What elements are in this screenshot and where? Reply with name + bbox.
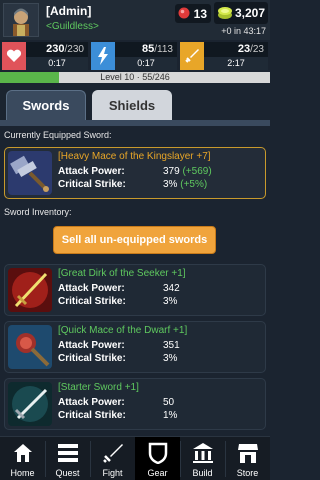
item-attack: 50 [163,397,175,408]
gem-icon [178,7,190,19]
nav-home[interactable]: Home [0,437,45,480]
nav-store[interactable]: Store [225,437,270,480]
list-item[interactable]: [Great Dirk of the Seeker +1] Attack Pow… [4,264,266,316]
tab-shields[interactable]: Shields [92,90,172,120]
nav-label: Store [236,468,259,478]
attack-label: Attack Power: [58,340,125,351]
nav-gear[interactable]: Gear [135,437,180,480]
stamina-value: 23/23 [237,43,264,55]
nav-label: Quest [55,468,80,478]
list-item[interactable]: [Starter Sword +1] Attack Power: Critica… [4,378,266,430]
crit-label: Critical Strike: [58,296,126,307]
energy-value: 85/113 [142,43,173,55]
crit-label: Critical Strike: [58,410,126,421]
menu-list-icon [45,441,90,465]
item-crit: 3% [163,353,178,364]
nav-label: Build [192,468,213,478]
home-icon [0,441,45,465]
tab-swords[interactable]: Swords [6,90,86,120]
sword-icon [8,382,52,426]
item-name: [Starter Sword +1] [58,382,139,393]
sword-icon [90,441,135,465]
guild-name: <Guildless> [46,21,99,32]
store-icon [225,441,270,465]
equipped-attack: 379 (+569) [163,166,212,177]
gold-count: 3,207 [234,6,265,20]
dirk-icon [8,268,52,312]
item-name: [Quick Mace of the Dwarf +1] [58,325,188,336]
equipped-crit: 3% (+5%) [163,179,208,190]
stamina-timer: 2:17 [227,58,245,68]
stamina-stat[interactable]: 23/23 2:17 [180,42,268,70]
stats-row: 230/230 0:17 85/113 0:17 23/23 2:17 [0,42,270,70]
nav-fight[interactable]: Fight [90,437,135,480]
crit-label: Critical Strike: [58,353,126,364]
xp-bar: Level 10 · 55/246 [0,72,270,83]
nav-build[interactable]: Build [180,437,225,480]
crit-label: Critical Strike: [58,179,126,190]
bottom-nav: Home Quest Fight Gear Build Store [0,436,270,480]
heart-icon [2,42,26,70]
item-name: [Great Dirk of the Seeker +1] [58,268,186,279]
xp-text: Level 10 · 55/246 [100,72,170,82]
gem-counter[interactable]: 13 [175,4,211,23]
gold-rate: +0 in 43:17 [221,26,266,36]
inventory-header: Sword Inventory: [0,205,270,219]
item-attack: 351 [163,340,180,351]
top-bar: [Admin] <Guildless> 13 3,207 +0 in 43:17 [0,0,270,40]
list-item[interactable]: [Quick Mace of the Dwarf +1] Attack Powe… [4,321,266,373]
lightning-icon [91,42,115,70]
building-icon [180,441,225,465]
gold-counter[interactable]: 3,207 [214,2,268,24]
item-crit: 1% [163,410,178,421]
nav-label: Fight [102,468,123,478]
gold-coins-icon [218,7,232,19]
tab-divider [0,120,270,126]
nav-quest[interactable]: Quest [45,437,90,480]
attack-label: Attack Power: [58,283,125,294]
item-attack: 342 [163,283,180,294]
mace-icon [8,325,52,369]
shield-icon [135,441,180,465]
nav-label: Gear [147,468,168,478]
health-stat[interactable]: 230/230 0:17 [2,42,88,70]
attack-label: Attack Power: [58,397,125,408]
health-value: 230/230 [46,43,84,55]
sword-icon [180,42,204,70]
health-timer: 0:17 [48,58,66,68]
nav-label: Home [10,468,35,478]
gem-count: 13 [193,7,207,21]
avatar[interactable] [3,3,39,37]
sell-all-button[interactable]: Sell all un-equipped swords [53,226,216,254]
mace-icon [8,151,52,195]
energy-timer: 0:17 [137,58,155,68]
attack-label: Attack Power: [58,166,125,177]
equipped-header: Currently Equipped Sword: [0,128,270,142]
energy-stat[interactable]: 85/113 0:17 [91,42,177,70]
gear-tabs: Swords Shields [0,88,270,120]
equipped-sword-name: [Heavy Mace of the Kingslayer +7] [58,151,211,162]
player-name: [Admin] [46,4,92,18]
equipped-sword-card[interactable]: [Heavy Mace of the Kingslayer +7] Attack… [4,147,266,199]
item-crit: 3% [163,296,178,307]
